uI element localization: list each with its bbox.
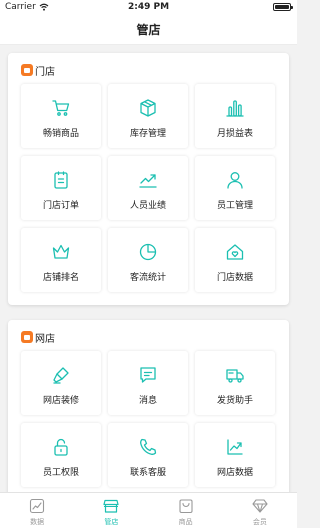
tile-inventory[interactable]: 库存管理 [108, 84, 188, 148]
store-badge-icon [21, 64, 33, 76]
tile-monthly-pl[interactable]: 月损益表 [195, 84, 275, 148]
store-section: 门店 畅销商品 库存管理 月损益表 门店订单 人员业绩 员工管理 店铺排名 客流… [8, 53, 289, 305]
tab-label: 会员 [252, 518, 267, 526]
status-time: 2:49 PM [127, 2, 170, 12]
tab-products[interactable]: 商品 [149, 493, 223, 528]
bar-chart-icon [225, 98, 245, 118]
bag-tab-icon [178, 498, 194, 514]
clipboard-icon [51, 170, 71, 190]
tab-members[interactable]: 会员 [223, 493, 297, 528]
tile-contact-support[interactable]: 联系客服 [108, 423, 188, 487]
tab-label: 商品 [178, 518, 193, 526]
section-title: 网店 [35, 333, 55, 345]
tab-manage-store[interactable]: 管店 [74, 493, 148, 528]
status-bar: Carrier 2:49 PM [0, 0, 297, 15]
tile-label: 员工权限 [42, 468, 79, 478]
section-header: 门店 [21, 63, 55, 78]
tile-label: 联系客服 [129, 468, 166, 478]
tile-staff-performance[interactable]: 人员业绩 [108, 156, 188, 220]
paint-brush-icon [51, 365, 71, 385]
tab-data[interactable]: 数据 [0, 493, 74, 528]
page-title: 管店 [136, 23, 161, 37]
tile-label: 网店装修 [42, 396, 79, 406]
tile-bestsellers[interactable]: 畅销商品 [21, 84, 101, 148]
store-tab-icon [103, 498, 119, 514]
tile-label: 店铺排名 [42, 273, 79, 283]
tile-online-data[interactable]: 网店数据 [195, 423, 275, 487]
tile-store-ranking[interactable]: 店铺排名 [21, 228, 101, 292]
tile-label: 库存管理 [129, 129, 166, 139]
house-heart-icon [225, 242, 245, 262]
online-store-section: 网店 网店装修 消息 发货助手 员工权限 联系客服 网店数据 [8, 320, 289, 492]
tile-label: 畅销商品 [42, 129, 79, 139]
tile-label: 月损益表 [216, 129, 253, 139]
section-title: 门店 [35, 66, 55, 78]
tile-label: 员工管理 [216, 201, 253, 211]
person-icon [225, 170, 245, 190]
tile-label: 网店数据 [216, 468, 253, 478]
store-grid: 畅销商品 库存管理 月损益表 门店订单 人员业绩 员工管理 店铺排名 客流统计 … [21, 84, 275, 292]
tile-shipping-assistant[interactable]: 发货助手 [195, 351, 275, 415]
message-icon [138, 365, 158, 385]
trend-up-icon [225, 437, 245, 457]
tab-label: 管店 [104, 518, 119, 526]
online-badge-icon [21, 331, 33, 343]
tile-traffic-stats[interactable]: 客流统计 [108, 228, 188, 292]
diamond-tab-icon [252, 498, 268, 514]
cart-icon [51, 98, 71, 118]
tile-employee-management[interactable]: 员工管理 [195, 156, 275, 220]
lock-icon [51, 437, 71, 457]
trend-line-icon [138, 170, 158, 190]
section-header: 网店 [21, 330, 55, 345]
phone-icon [138, 437, 158, 457]
crown-icon [51, 242, 71, 262]
tile-label: 发货助手 [216, 396, 253, 406]
online-grid: 网店装修 消息 发货助手 员工权限 联系客服 网店数据 [21, 351, 275, 487]
nav-bar: 管店 [0, 15, 297, 45]
tile-label: 门店数据 [216, 273, 253, 283]
tile-shop-decoration[interactable]: 网店装修 [21, 351, 101, 415]
tile-label: 客流统计 [129, 273, 166, 283]
tile-label: 消息 [138, 396, 157, 406]
pie-chart-icon [138, 242, 158, 262]
truck-icon [225, 365, 245, 385]
main-content[interactable]: 门店 畅销商品 库存管理 月损益表 门店订单 人员业绩 员工管理 店铺排名 客流… [0, 46, 297, 492]
tile-messages[interactable]: 消息 [108, 351, 188, 415]
tile-label: 人员业绩 [129, 201, 166, 211]
box-icon [138, 98, 158, 118]
tab-bar: 数据 管店 商品 会员 [0, 492, 297, 528]
battery-icon [273, 3, 293, 11]
chart-tab-icon [29, 498, 45, 514]
tile-store-orders[interactable]: 门店订单 [21, 156, 101, 220]
tile-label: 门店订单 [42, 201, 79, 211]
tab-label: 数据 [30, 518, 45, 526]
tile-staff-permissions[interactable]: 员工权限 [21, 423, 101, 487]
tile-store-data[interactable]: 门店数据 [195, 228, 275, 292]
